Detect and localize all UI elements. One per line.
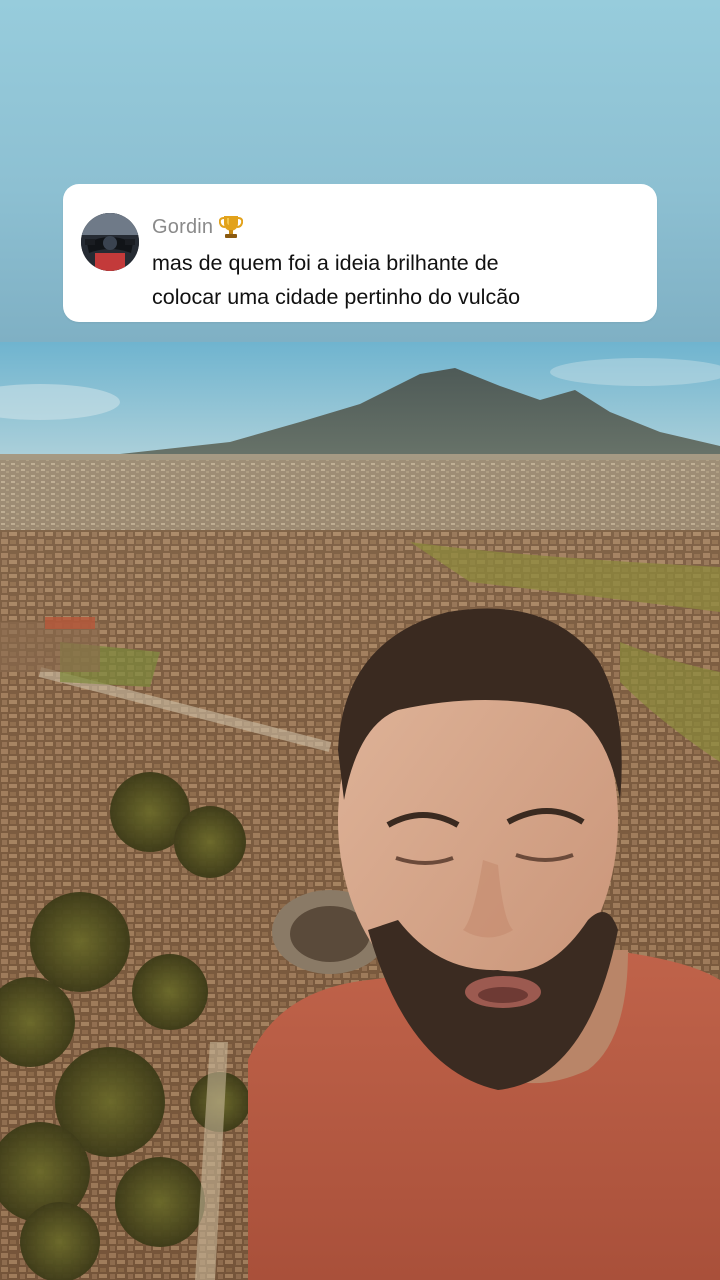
video-frame[interactable]: Gordin mas de quem foi a ideia brilhante… [0, 0, 720, 1280]
comment-line-1: mas de quem foi a ideia brilhante de [152, 251, 499, 275]
comment-username[interactable]: Gordin [152, 216, 213, 239]
comment-line-2: colocar uma cidade pertinho do vulcão [152, 285, 521, 309]
comment-text: mas de quem foi a ideia brilhante de col… [152, 246, 642, 314]
avatar-image [81, 213, 139, 271]
comment-reply-card[interactable]: Gordin mas de quem foi a ideia brilhante… [63, 184, 657, 322]
avatar[interactable] [81, 213, 139, 271]
presenter-figure [248, 608, 720, 1280]
trophy-icon [219, 214, 244, 240]
comment-header: Gordin [152, 214, 244, 240]
